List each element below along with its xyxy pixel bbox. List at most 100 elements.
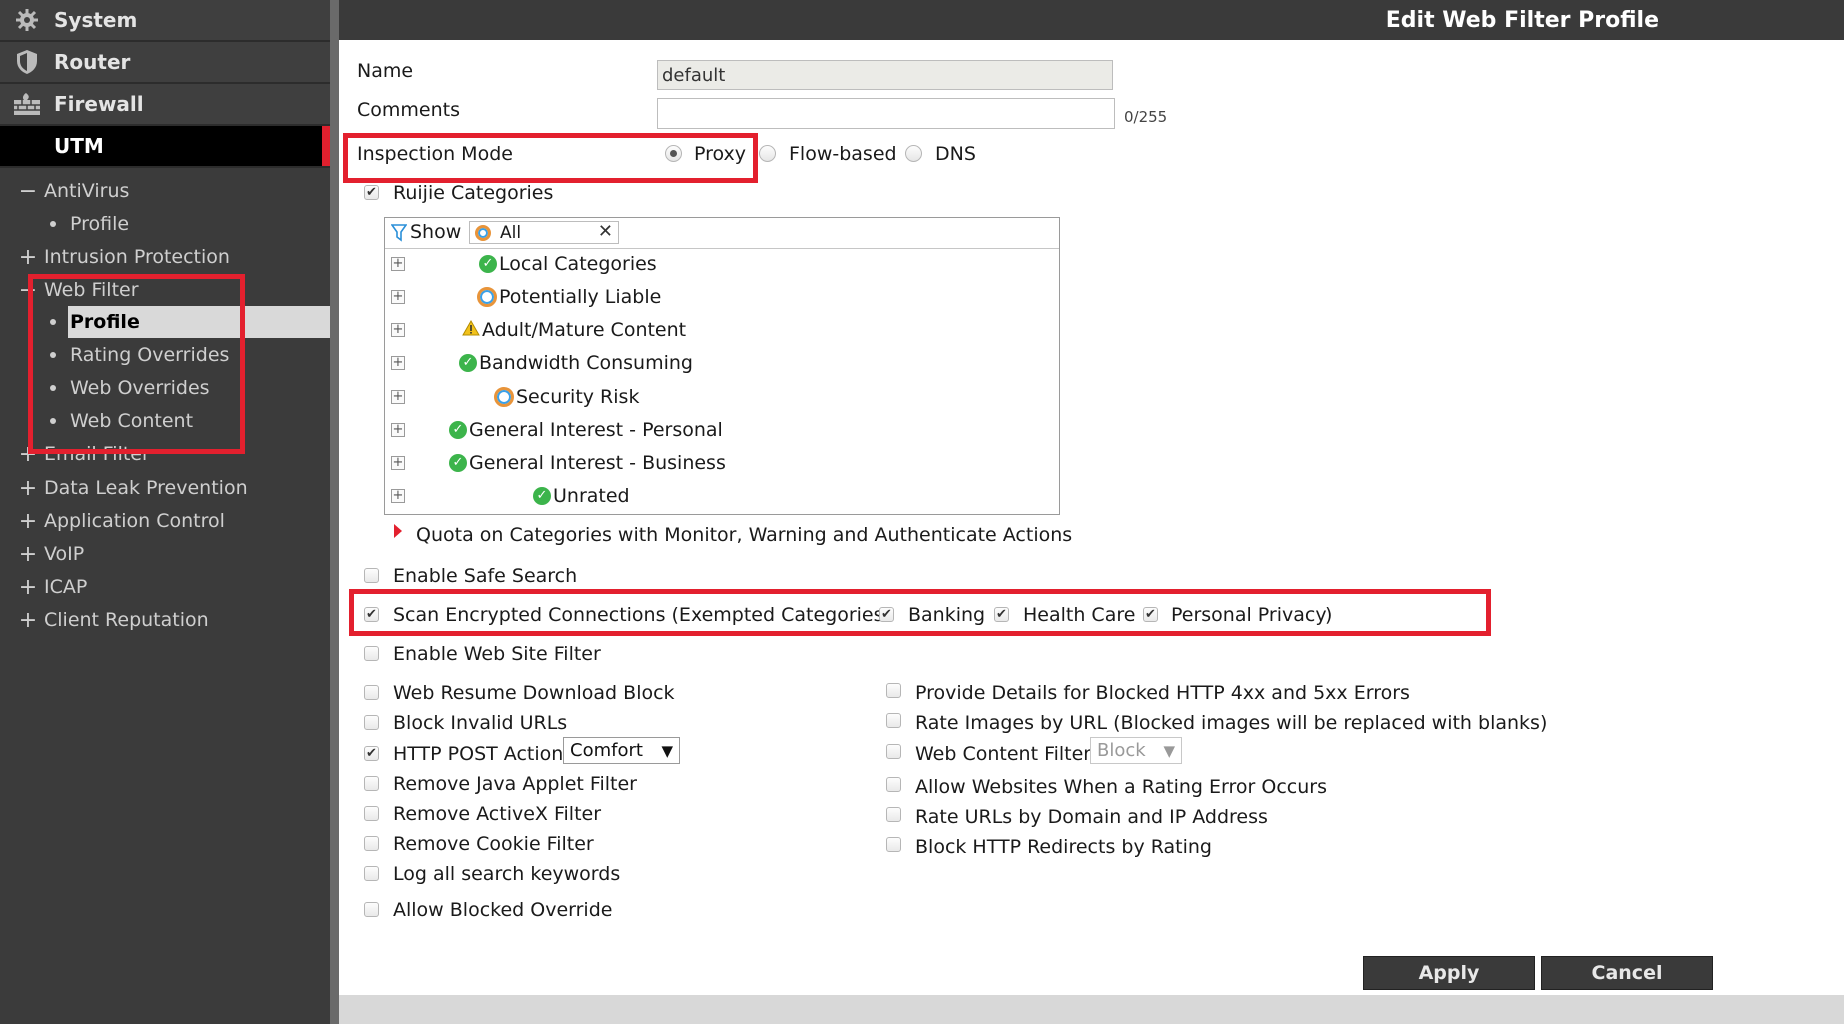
- sidebar: System Router Firewall UTM − AntiVirus P…: [0, 0, 330, 1024]
- tree-application-control[interactable]: + Application Control: [0, 505, 330, 537]
- expand-icon[interactable]: +: [391, 323, 405, 337]
- category-row[interactable]: + Potentially Liable: [385, 284, 1059, 312]
- category-row[interactable]: + Security Risk: [385, 384, 1059, 412]
- expand-icon[interactable]: +: [391, 423, 405, 437]
- web-content-filter-select[interactable]: Block ▼: [1090, 737, 1182, 764]
- nav-system[interactable]: System: [0, 0, 330, 42]
- apply-button[interactable]: Apply: [1363, 956, 1535, 990]
- nav-system-label: System: [54, 8, 138, 32]
- blocked-override-checkbox[interactable]: [364, 902, 379, 917]
- resume-download-label: Web Resume Download Block: [393, 682, 675, 704]
- rate-images-checkbox[interactable]: [886, 713, 901, 728]
- java-applet-checkbox[interactable]: [364, 776, 379, 791]
- cookie-checkbox[interactable]: [364, 836, 379, 851]
- show-filter-select[interactable]: All ✕: [469, 221, 619, 244]
- clear-filter-icon[interactable]: ✕: [598, 221, 613, 242]
- post-action-checkbox[interactable]: ✔: [364, 746, 379, 761]
- provide-details-checkbox[interactable]: [886, 683, 901, 698]
- comments-textarea[interactable]: [657, 98, 1115, 129]
- tree-intrusion-protection[interactable]: + Intrusion Protection: [0, 241, 330, 273]
- cancel-button[interactable]: Cancel: [1541, 956, 1713, 990]
- safe-search-checkbox[interactable]: [364, 568, 379, 583]
- collapse-icon: −: [18, 178, 38, 204]
- ring-icon: [494, 387, 514, 407]
- nav-utm-label: UTM: [54, 134, 104, 158]
- filter-icon: [390, 224, 408, 246]
- highlight-box-scan-encrypted: [349, 589, 1491, 636]
- check-icon: ✓: [449, 454, 467, 472]
- safe-search-label: Enable Safe Search: [393, 565, 578, 587]
- all-ring-icon: [475, 225, 491, 241]
- expand-icon[interactable]: +: [391, 290, 405, 304]
- block-redirects-checkbox[interactable]: [886, 837, 901, 852]
- dropdown-arrow-icon: ▼: [1163, 741, 1175, 760]
- expand-icon[interactable]: +: [391, 257, 405, 271]
- expand-icon[interactable]: +: [391, 390, 405, 404]
- resume-download-checkbox[interactable]: [364, 685, 379, 700]
- expand-icon[interactable]: +: [391, 456, 405, 470]
- name-input[interactable]: default: [657, 60, 1113, 90]
- inspection-dns-radio[interactable]: [905, 145, 922, 162]
- web-content-filter-checkbox[interactable]: [886, 744, 901, 759]
- log-search-checkbox[interactable]: [364, 866, 379, 881]
- ruijie-categories-label: Ruijie Categories: [393, 182, 554, 204]
- invalid-urls-checkbox[interactable]: [364, 715, 379, 730]
- category-row[interactable]: + ✓ Local Categories: [385, 251, 1059, 279]
- page-header: Edit Web Filter Profile: [339, 0, 1844, 40]
- log-search-label: Log all search keywords: [393, 863, 621, 885]
- category-row[interactable]: + ✓ General Interest - Personal: [385, 417, 1059, 445]
- tree-antivirus[interactable]: − AntiVirus: [0, 175, 330, 207]
- category-row[interactable]: + ✓ Unrated: [385, 483, 1059, 511]
- expand-icon[interactable]: +: [391, 356, 405, 370]
- rate-domain-label: Rate URLs by Domain and IP Address: [915, 806, 1268, 828]
- tree-icap[interactable]: + ICAP: [0, 571, 330, 603]
- page-title: Edit Web Filter Profile: [1385, 7, 1659, 33]
- web-content-filter-label: Web Content Filter: [915, 743, 1092, 765]
- quota-label[interactable]: Quota on Categories with Monitor, Warnin…: [416, 524, 1072, 546]
- firewall-icon: [12, 89, 42, 119]
- category-row[interactable]: + Adult/Mature Content: [385, 317, 1059, 345]
- category-row[interactable]: + ✓ General Interest - Business: [385, 450, 1059, 478]
- gear-icon: [12, 5, 42, 35]
- post-action-select[interactable]: Comfort ▼: [563, 737, 680, 764]
- provide-details-label: Provide Details for Blocked HTTP 4xx and…: [915, 682, 1410, 704]
- name-label: Name: [357, 60, 414, 82]
- cookie-label: Remove Cookie Filter: [393, 833, 594, 855]
- rate-domain-checkbox[interactable]: [886, 807, 901, 822]
- expand-icon[interactable]: +: [391, 489, 405, 503]
- caret-right-icon[interactable]: [393, 523, 403, 543]
- tree-data-leak-prevention[interactable]: + Data Leak Prevention: [0, 472, 330, 504]
- category-row[interactable]: + ✓ Bandwidth Consuming: [385, 350, 1059, 378]
- categories-filter-bar: Show All ✕: [385, 218, 1059, 249]
- shield-icon: [12, 47, 42, 77]
- nav-firewall[interactable]: Firewall: [0, 84, 330, 126]
- ruijie-categories-checkbox[interactable]: ✔: [364, 185, 379, 200]
- rating-error-checkbox[interactable]: [886, 777, 901, 792]
- highlight-box-web-filter: [28, 274, 245, 454]
- dropdown-arrow-icon: ▼: [661, 741, 673, 760]
- java-applet-label: Remove Java Applet Filter: [393, 773, 637, 795]
- inspection-flow-radio[interactable]: [759, 145, 776, 162]
- show-label: Show: [410, 221, 462, 243]
- tree-antivirus-profile[interactable]: Profile: [50, 208, 330, 240]
- nav-firewall-label: Firewall: [54, 92, 144, 116]
- post-action-label: HTTP POST Action: [393, 743, 564, 765]
- inspection-dns-label: DNS: [935, 143, 976, 165]
- tree-voip[interactable]: + VoIP: [0, 538, 330, 570]
- nav-router[interactable]: Router: [0, 42, 330, 84]
- tree-client-reputation[interactable]: + Client Reputation: [0, 604, 330, 636]
- expand-icon: +: [18, 541, 38, 567]
- highlight-box-inspection-mode: [343, 133, 758, 183]
- categories-tree: Show All ✕ + ✓ Local Categories + Potenti…: [384, 217, 1060, 515]
- web-site-filter-label: Enable Web Site Filter: [393, 643, 601, 665]
- comments-counter: 0/255: [1124, 108, 1168, 126]
- web-site-filter-checkbox[interactable]: [364, 646, 379, 661]
- block-redirects-label: Block HTTP Redirects by Rating: [915, 836, 1212, 858]
- rating-error-label: Allow Websites When a Rating Error Occur…: [915, 776, 1327, 798]
- activex-label: Remove ActiveX Filter: [393, 803, 602, 825]
- invalid-urls-label: Block Invalid URLs: [393, 712, 568, 734]
- blocked-override-label: Allow Blocked Override: [393, 899, 613, 921]
- activex-checkbox[interactable]: [364, 806, 379, 821]
- nav-utm[interactable]: UTM: [0, 126, 330, 168]
- inspection-flow-label: Flow-based: [789, 143, 897, 165]
